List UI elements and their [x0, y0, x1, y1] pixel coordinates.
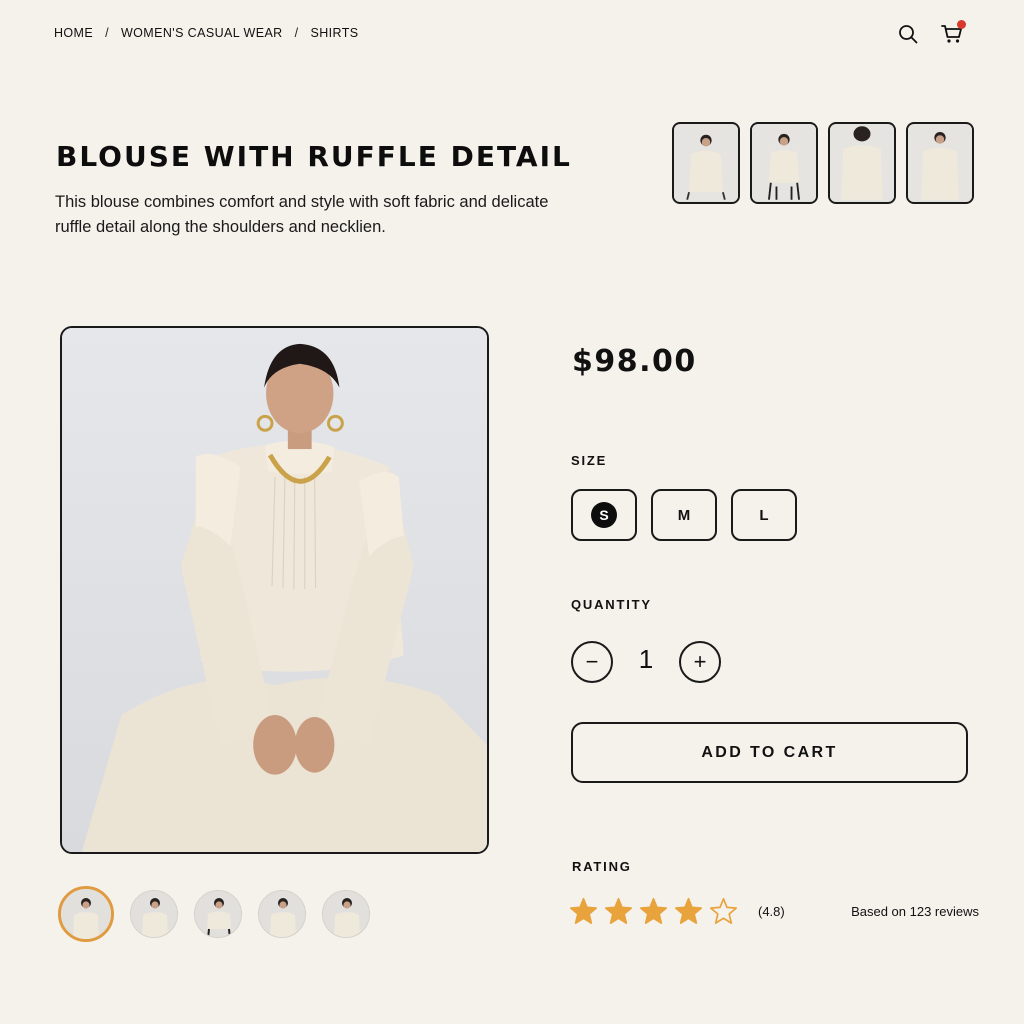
add-to-cart-button[interactable]: ADD TO CART: [571, 722, 968, 783]
breadcrumb: HOME / WOMEN'S CASUAL WEAR / SHIRTS: [54, 26, 359, 40]
decrement-button[interactable]: −: [571, 641, 613, 683]
quantity-stepper: − 1 +: [571, 641, 721, 683]
breadcrumb-shirts[interactable]: SHIRTS: [310, 26, 358, 40]
star-filled-icon: [569, 897, 598, 924]
product-description: This blouse combines comfort and style w…: [55, 193, 549, 236]
thumbnail-circle-2[interactable]: [130, 890, 178, 938]
rating-row: (4.8) Based on 123 reviews: [569, 897, 979, 926]
product-price: $98.00: [572, 344, 697, 379]
size-label: SIZE: [571, 453, 608, 468]
thumbnail-front-view[interactable]: [672, 122, 740, 204]
size-selector: S M L: [571, 489, 797, 541]
thumbnail-circle-5[interactable]: [322, 890, 370, 938]
review-count: Based on 123 reviews: [851, 904, 979, 919]
top-thumbnail-strip: [672, 122, 974, 204]
thumbnail-circle-4[interactable]: [258, 890, 306, 938]
cart-badge-dot: [957, 20, 966, 29]
size-option-m[interactable]: M: [651, 489, 717, 541]
product-title: BLOUSE WITH RUFFLE DETAIL: [56, 140, 572, 173]
bottom-thumbnail-strip: [58, 886, 370, 942]
breadcrumb-separator: /: [105, 26, 109, 40]
breadcrumb-separator: /: [294, 26, 299, 40]
quantity-value: 1: [638, 643, 654, 674]
rating-label: RATING: [572, 859, 632, 874]
star-filled-icon: [639, 897, 668, 924]
thumbnail-detail-view[interactable]: [906, 122, 974, 204]
quantity-label: QUANTITY: [571, 597, 652, 612]
thumbnail-back-view[interactable]: [828, 122, 896, 204]
header-actions: [896, 20, 966, 46]
star-filled-icon: [604, 897, 633, 924]
increment-button[interactable]: +: [679, 641, 721, 683]
star-empty-icon: [709, 897, 738, 924]
thumbnail-circle-3[interactable]: [194, 890, 242, 938]
search-icon[interactable]: [896, 22, 920, 46]
star-rating: [569, 897, 738, 926]
size-option-s[interactable]: S: [571, 489, 637, 541]
star-filled-icon: [674, 897, 703, 924]
rating-value: (4.8): [758, 904, 785, 919]
size-option-l[interactable]: L: [731, 489, 797, 541]
breadcrumb-home[interactable]: HOME: [54, 26, 93, 40]
thumbnail-seated-view[interactable]: [750, 122, 818, 204]
size-option-s-label: S: [591, 502, 617, 528]
cart-icon[interactable]: [940, 20, 966, 46]
breadcrumb-womens-casual-wear[interactable]: WOMEN'S CASUAL WEAR: [121, 26, 283, 40]
thumbnail-circle-1-active[interactable]: [58, 886, 114, 942]
main-product-image: [60, 326, 489, 854]
